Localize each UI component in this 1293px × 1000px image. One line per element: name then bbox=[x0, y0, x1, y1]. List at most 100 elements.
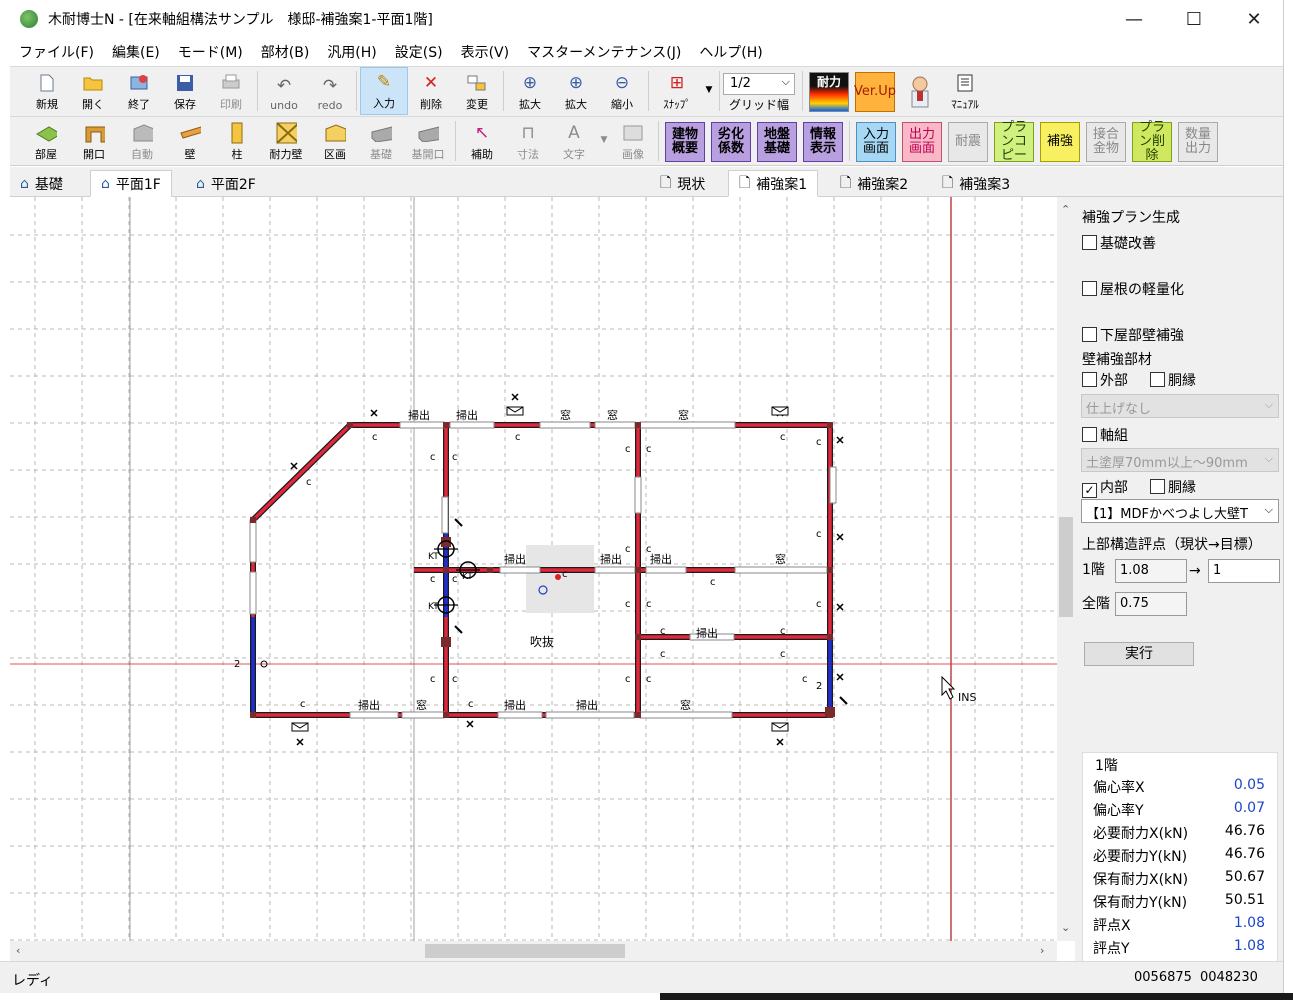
foundation-improve-option[interactable]: 基礎改善 bbox=[1082, 233, 1156, 253]
menu-file[interactable]: ファイル(F) bbox=[10, 42, 103, 62]
tab-plan-1[interactable]: 🗋 補強案1 bbox=[728, 170, 819, 197]
tab-plan-3[interactable]: 🗋 補強案3 bbox=[932, 170, 1020, 197]
image-button[interactable]: 画像 bbox=[611, 117, 655, 165]
snap-button[interactable]: ⊞ ｽﾅｯﾌﾟ bbox=[652, 67, 702, 115]
wall-button[interactable]: 壁 bbox=[166, 117, 214, 165]
vertical-scrollbar[interactable]: ⌃ ⌄ bbox=[1057, 197, 1075, 941]
checkbox-roof[interactable] bbox=[1082, 281, 1097, 296]
dimension-button[interactable]: ⊓ 寸法 bbox=[505, 117, 551, 165]
undo-button[interactable]: ↶ undo bbox=[261, 67, 307, 115]
snap-dropdown-arrow[interactable]: ▼ bbox=[702, 67, 716, 115]
section-button[interactable]: 区画 bbox=[312, 117, 358, 165]
tab-plan-2[interactable]: 🗋 補強案2 bbox=[830, 170, 918, 197]
post bbox=[827, 422, 833, 428]
menu-general[interactable]: 汎用(H) bbox=[318, 42, 385, 62]
checkbox-lower-wall[interactable] bbox=[1082, 327, 1097, 342]
lower-wall-option[interactable]: 下屋部壁補強 bbox=[1082, 325, 1184, 345]
menu-member[interactable]: 部材(B) bbox=[252, 42, 319, 62]
minimize-button[interactable]: — bbox=[1105, 0, 1163, 38]
checkbox-foundation[interactable] bbox=[1082, 235, 1097, 250]
manual-button[interactable]: ﾏﾆｭｱﾙ bbox=[942, 67, 988, 115]
plan-delete-button[interactable]: プラン削除 bbox=[1132, 121, 1172, 163]
new-button[interactable]: 新規 bbox=[24, 67, 70, 115]
menu-view[interactable]: 表示(V) bbox=[452, 42, 519, 62]
tab-foundation[interactable]: ⌂ 基礎 bbox=[10, 170, 73, 197]
zoom-in-area-button[interactable]: ⊕ 拡大 bbox=[507, 67, 553, 115]
horizontal-scrollbar[interactable]: ‹ › bbox=[10, 941, 1057, 961]
doctor-button[interactable] bbox=[898, 67, 942, 115]
deterioration-button[interactable]: 劣化係数 bbox=[711, 122, 751, 162]
input-screen-button[interactable]: 入力画面 bbox=[856, 122, 896, 162]
aux-button[interactable]: ↖ 補助 bbox=[459, 117, 505, 165]
grid-width-select[interactable]: 1/2 ⌵ bbox=[723, 73, 795, 95]
delete-button[interactable]: ✕ 削除 bbox=[408, 67, 454, 115]
strength-button[interactable]: 耐力 bbox=[809, 72, 849, 112]
inner-bracket-option[interactable]: 胴縁 bbox=[1150, 477, 1196, 497]
scroll-right-icon[interactable]: › bbox=[1040, 944, 1044, 957]
info-display-button[interactable]: 情報表示 bbox=[803, 122, 843, 162]
horizontal-scroll-thumb[interactable] bbox=[425, 944, 625, 958]
input-button[interactable]: ✎ 入力 bbox=[360, 67, 408, 115]
text-button[interactable]: A 文字 bbox=[551, 117, 597, 165]
run-button[interactable]: 実行 bbox=[1084, 642, 1194, 666]
tab-floor-2f[interactable]: ⌂ 平面2F bbox=[186, 170, 266, 197]
tab-plan-current[interactable]: 🗋 現状 bbox=[650, 170, 715, 197]
room-button[interactable]: 部屋 bbox=[22, 117, 70, 165]
maximize-button[interactable]: ☐ bbox=[1165, 0, 1223, 38]
vertical-scroll-thumb[interactable] bbox=[1059, 517, 1073, 617]
checkbox-outer[interactable] bbox=[1082, 372, 1097, 387]
scroll-down-icon[interactable]: ⌄ bbox=[1061, 921, 1070, 934]
checkbox-inner-bracket[interactable] bbox=[1150, 479, 1165, 494]
ground-foundation-button[interactable]: 地盤基礎 bbox=[757, 122, 797, 162]
finish-select[interactable]: 仕上げなし ⌵ bbox=[1081, 394, 1279, 418]
redo-button[interactable]: ↷ redo bbox=[307, 67, 353, 115]
menu-mode[interactable]: モード(M) bbox=[169, 42, 252, 62]
menu-help[interactable]: ヘルプ(H) bbox=[690, 42, 771, 62]
building-overview-button[interactable]: 建物概要 bbox=[665, 122, 705, 162]
bearing-wall-button[interactable]: 耐力壁 bbox=[260, 117, 312, 165]
scroll-left-icon[interactable]: ‹ bbox=[16, 944, 20, 957]
plaster-select[interactable]: 土塗厚70mm以上～90mm ⌵ bbox=[1081, 448, 1279, 472]
print-button[interactable]: 印刷 bbox=[208, 67, 254, 115]
zoom-in-button[interactable]: ⊕ 拡大 bbox=[553, 67, 599, 115]
menu-edit[interactable]: 編集(E) bbox=[103, 42, 169, 62]
reinforce-button[interactable]: 補強 bbox=[1040, 122, 1080, 162]
foundation-button[interactable]: 基礎 bbox=[358, 117, 404, 165]
text-dropdown-arrow[interactable]: ▼ bbox=[597, 117, 611, 165]
outer-bracket-option[interactable]: 胴縁 bbox=[1150, 370, 1196, 390]
plan-copy-button[interactable]: プランコピー bbox=[994, 121, 1034, 163]
checkbox-outer-bracket[interactable] bbox=[1150, 372, 1165, 387]
floor1-target-input[interactable]: 1 bbox=[1208, 559, 1280, 583]
mouse-cursor-icon bbox=[941, 675, 956, 700]
inner-option[interactable]: ✓ 内部 bbox=[1082, 477, 1128, 498]
material-select[interactable]: 【1】MDFかべつよし大壁T ⌵ bbox=[1081, 499, 1279, 523]
change-button[interactable]: 変更 bbox=[454, 67, 500, 115]
axis-frame-option[interactable]: 軸組 bbox=[1082, 425, 1128, 445]
tab-floor-1f[interactable]: ⌂ 平面1F bbox=[90, 170, 172, 197]
foundation-opening-button[interactable]: 基開口 bbox=[404, 117, 452, 165]
outer-option[interactable]: 外部 bbox=[1082, 370, 1128, 390]
output-screen-button[interactable]: 出力画面 bbox=[902, 122, 942, 162]
version-up-button[interactable]: Ver.Up bbox=[854, 72, 896, 112]
roof-lighten-option[interactable]: 屋根の軽量化 bbox=[1082, 279, 1184, 299]
close-button[interactable]: ✕ bbox=[1225, 0, 1283, 38]
checkbox-axis-frame[interactable] bbox=[1082, 427, 1097, 442]
axis-frame-label: 軸組 bbox=[1100, 428, 1128, 444]
column-button[interactable]: 柱 bbox=[214, 117, 260, 165]
drawing-canvas[interactable]: 掃出 掃出窓窓窓掃出 掃出 掃出窓掃出 掃出窓掃出 掃出窓 ccccccccccccccc… bbox=[10, 197, 1057, 941]
checkbox-inner[interactable]: ✓ bbox=[1082, 483, 1097, 498]
open-button[interactable]: 開く bbox=[70, 67, 116, 115]
zoom-out-button[interactable]: ⊖ 縮小 bbox=[599, 67, 645, 115]
exit-button[interactable]: 終了 bbox=[116, 67, 162, 115]
separator bbox=[257, 71, 258, 111]
seismic-button[interactable]: 耐震 bbox=[948, 122, 988, 162]
save-button[interactable]: 保存 bbox=[162, 67, 208, 115]
joint-hardware-button[interactable]: 接合金物 bbox=[1086, 122, 1126, 162]
menu-settings[interactable]: 設定(S) bbox=[386, 42, 452, 62]
opening-button[interactable]: 開口 bbox=[70, 117, 118, 165]
post bbox=[827, 567, 833, 573]
auto-button[interactable]: 自動 bbox=[118, 117, 166, 165]
menu-master[interactable]: マスターメンテナンス(J) bbox=[518, 42, 690, 62]
quantity-output-button[interactable]: 数量出力 bbox=[1178, 122, 1218, 162]
scroll-up-icon[interactable]: ⌃ bbox=[1061, 203, 1070, 216]
